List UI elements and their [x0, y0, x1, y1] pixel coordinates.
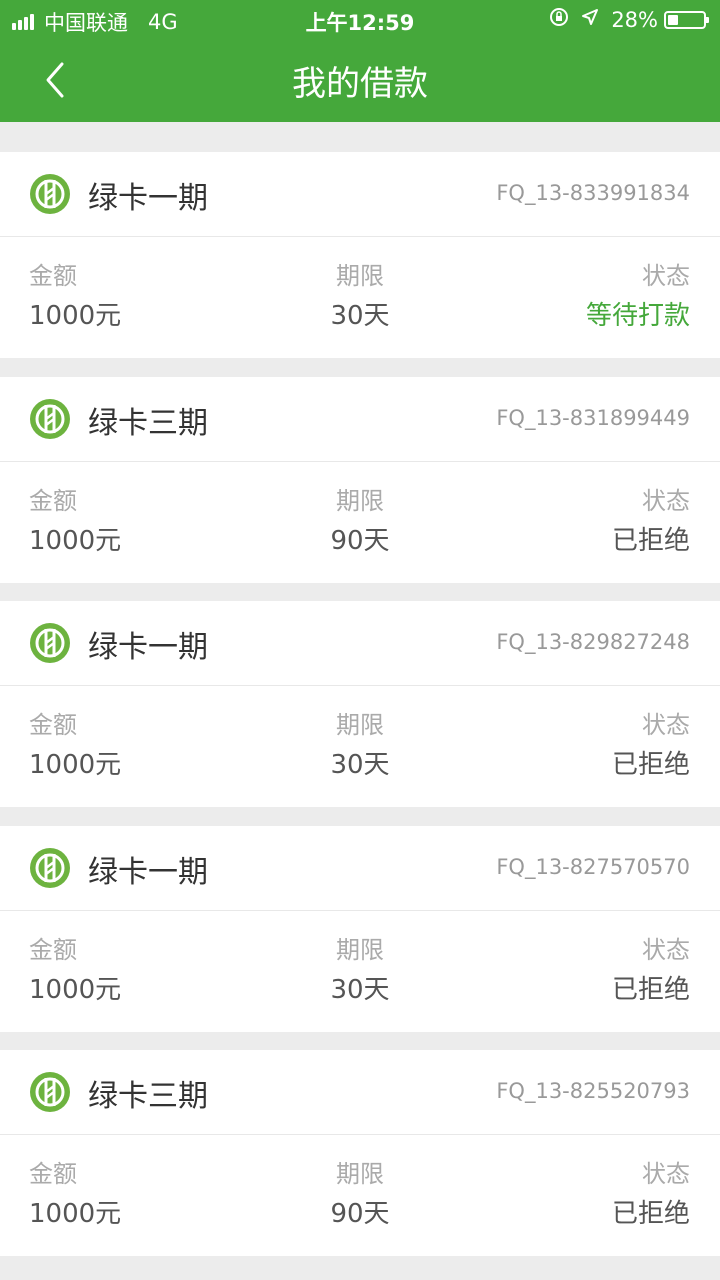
loan-card-header: 绿卡三期 FQ_13-825520793	[0, 1050, 720, 1135]
status-label: 状态	[642, 936, 690, 964]
green-card-logo-icon	[30, 848, 70, 888]
term-value: 30天	[330, 975, 390, 1005]
green-card-logo-icon	[30, 623, 70, 663]
product-name: 绿卡一期	[88, 181, 208, 216]
term-value: 90天	[330, 1199, 390, 1229]
term-column: 期限 30天	[300, 260, 420, 334]
loan-card-header: 绿卡三期 FQ_13-831899449	[0, 377, 720, 462]
product-name: 绿卡三期	[88, 1079, 208, 1114]
green-card-logo-icon	[30, 174, 70, 214]
amount-value: 1000元	[29, 750, 122, 780]
term-column: 期限 30天	[300, 709, 420, 783]
loan-card-header: 绿卡一期 FQ_13-829827248	[0, 601, 720, 686]
header-bar: 中国联通 4G 上午12:59 28% 我的借款	[0, 0, 720, 122]
status-column: 状态 已拒绝	[612, 934, 690, 1008]
battery-percent: 28%	[611, 7, 658, 32]
amount-value: 1000元	[29, 1199, 122, 1229]
status-column: 状态 等待打款	[586, 260, 690, 334]
term-label: 期限	[336, 487, 384, 515]
rotation-lock-icon	[549, 7, 569, 32]
order-number: FQ_13-829827248	[496, 630, 690, 654]
amount-label: 金额	[29, 711, 77, 739]
amount-label: 金额	[29, 1160, 77, 1188]
amount-label: 金额	[29, 262, 77, 290]
term-column: 期限 30天	[300, 934, 420, 1008]
term-label: 期限	[336, 1160, 384, 1188]
page-title: 我的借款	[292, 64, 428, 104]
nav-bar: 我的借款	[0, 40, 720, 122]
status-value: 等待打款	[585, 301, 690, 331]
battery-icon	[664, 10, 709, 29]
location-arrow-icon	[581, 8, 599, 31]
status-label: 状态	[642, 711, 690, 739]
status-label: 状态	[642, 262, 690, 290]
loan-card[interactable]: 绿卡三期 FQ_13-831899449 金额 1000元 期限 90天 状态 …	[0, 377, 720, 583]
term-value: 30天	[330, 301, 390, 331]
loan-card[interactable]: 绿卡三期 FQ_13-825520793 金额 1000元 期限 90天 状态 …	[0, 1050, 720, 1256]
loan-card[interactable]: 绿卡一期 FQ_13-833991834 金额 1000元 期限 30天 状态 …	[0, 152, 720, 358]
order-number: FQ_13-827570570	[496, 855, 690, 879]
amount-column: 金额 1000元	[29, 485, 121, 559]
status-value: 已拒绝	[611, 750, 690, 780]
amount-column: 金额 1000元	[29, 1158, 121, 1232]
status-column: 状态 已拒绝	[612, 485, 690, 559]
green-card-logo-icon	[30, 1072, 70, 1112]
status-value: 已拒绝	[611, 526, 690, 556]
term-column: 期限 90天	[300, 1158, 420, 1232]
amount-column: 金额 1000元	[29, 709, 121, 783]
term-value: 30天	[330, 750, 390, 780]
status-column: 状态 已拒绝	[612, 1158, 690, 1232]
status-label: 状态	[642, 487, 690, 515]
loan-card[interactable]: 绿卡一期 FQ_13-827570570 金额 1000元 期限 30天 状态 …	[0, 826, 720, 1032]
green-card-logo-icon	[30, 399, 70, 439]
status-value: 已拒绝	[611, 1199, 690, 1229]
term-label: 期限	[336, 711, 384, 739]
amount-value: 1000元	[29, 526, 122, 556]
order-number: FQ_13-833991834	[496, 181, 690, 205]
amount-column: 金额 1000元	[29, 934, 121, 1008]
order-number: FQ_13-825520793	[496, 1079, 690, 1103]
term-label: 期限	[336, 262, 384, 290]
loan-card-header: 绿卡一期 FQ_13-827570570	[0, 826, 720, 911]
loan-card[interactable]: 绿卡一期 FQ_13-829827248 金额 1000元 期限 30天 状态 …	[0, 601, 720, 807]
amount-value: 1000元	[29, 975, 122, 1005]
term-value: 90天	[330, 526, 390, 556]
loan-card-header: 绿卡一期 FQ_13-833991834	[0, 152, 720, 237]
amount-label: 金额	[29, 936, 77, 964]
status-column: 状态 已拒绝	[612, 709, 690, 783]
status-value: 已拒绝	[611, 975, 690, 1005]
amount-label: 金额	[29, 487, 77, 515]
term-label: 期限	[336, 936, 384, 964]
status-bar: 中国联通 4G 上午12:59 28%	[0, 0, 720, 40]
term-column: 期限 90天	[300, 485, 420, 559]
product-name: 绿卡一期	[88, 855, 208, 890]
status-label: 状态	[642, 1160, 690, 1188]
amount-column: 金额 1000元	[29, 260, 121, 334]
amount-value: 1000元	[29, 301, 122, 331]
product-name: 绿卡一期	[88, 630, 208, 665]
product-name: 绿卡三期	[88, 406, 208, 441]
order-number: FQ_13-831899449	[496, 406, 690, 430]
